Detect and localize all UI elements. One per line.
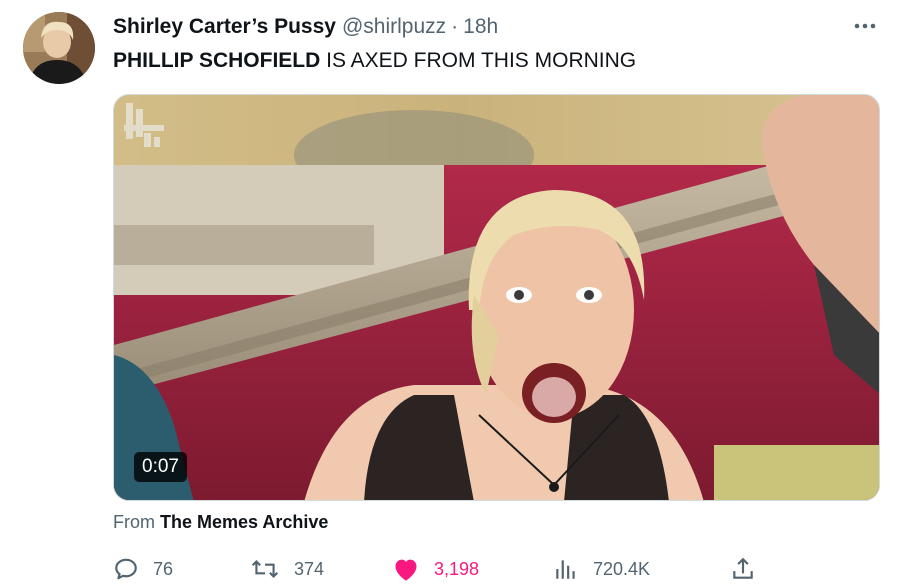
timestamp[interactable]: 18h [463, 15, 498, 39]
video-thumbnail [114, 95, 879, 500]
retweet-button[interactable]: 374 [250, 553, 324, 585]
tweet-text-bold: PHILLIP SCHOFIELD [113, 49, 321, 72]
tweet-header: Shirley Carter’s Pussy @shirlpuzz · 18h [113, 13, 498, 41]
separator: · [451, 15, 459, 38]
tweet-text-rest: IS AXED FROM THIS MORNING [320, 49, 637, 72]
reply-button[interactable]: 76 [113, 553, 173, 585]
avatar-image [23, 12, 95, 84]
reply-count: 76 [153, 558, 174, 579]
reply-icon [115, 558, 137, 580]
tweet-actions: 76 374 3,198 720.4K [113, 553, 763, 585]
video-player[interactable]: 0:07 [113, 94, 880, 501]
share-button[interactable] [730, 553, 770, 585]
author-handle[interactable]: @shirlpuzz [342, 15, 446, 39]
heart-filled-icon [395, 559, 417, 581]
tweet-text: PHILLIP SCHOFIELD IS AXED FROM THIS MORN… [113, 47, 636, 75]
like-button[interactable]: 3,198 [392, 553, 479, 585]
retweet-count: 374 [294, 558, 325, 579]
media-attribution: From The Memes Archive [113, 509, 328, 535]
more-options-button[interactable] [852, 14, 878, 38]
more-horizontal-icon [854, 23, 876, 29]
attribution-source-link[interactable]: The Memes Archive [160, 512, 328, 532]
analytics-bar-icon [556, 560, 575, 579]
avatar[interactable] [23, 12, 95, 84]
tweet: Shirley Carter’s Pussy @shirlpuzz · 18h … [0, 0, 900, 585]
attribution-prefix: From [113, 512, 160, 532]
like-count: 3,198 [434, 558, 480, 579]
views-button[interactable]: 720.4K [553, 553, 650, 585]
retweet-icon [251, 559, 279, 579]
video-duration-badge: 0:07 [134, 452, 187, 482]
share-icon [733, 557, 753, 579]
view-count: 720.4K [593, 558, 651, 579]
author-name[interactable]: Shirley Carter’s Pussy [113, 15, 336, 39]
